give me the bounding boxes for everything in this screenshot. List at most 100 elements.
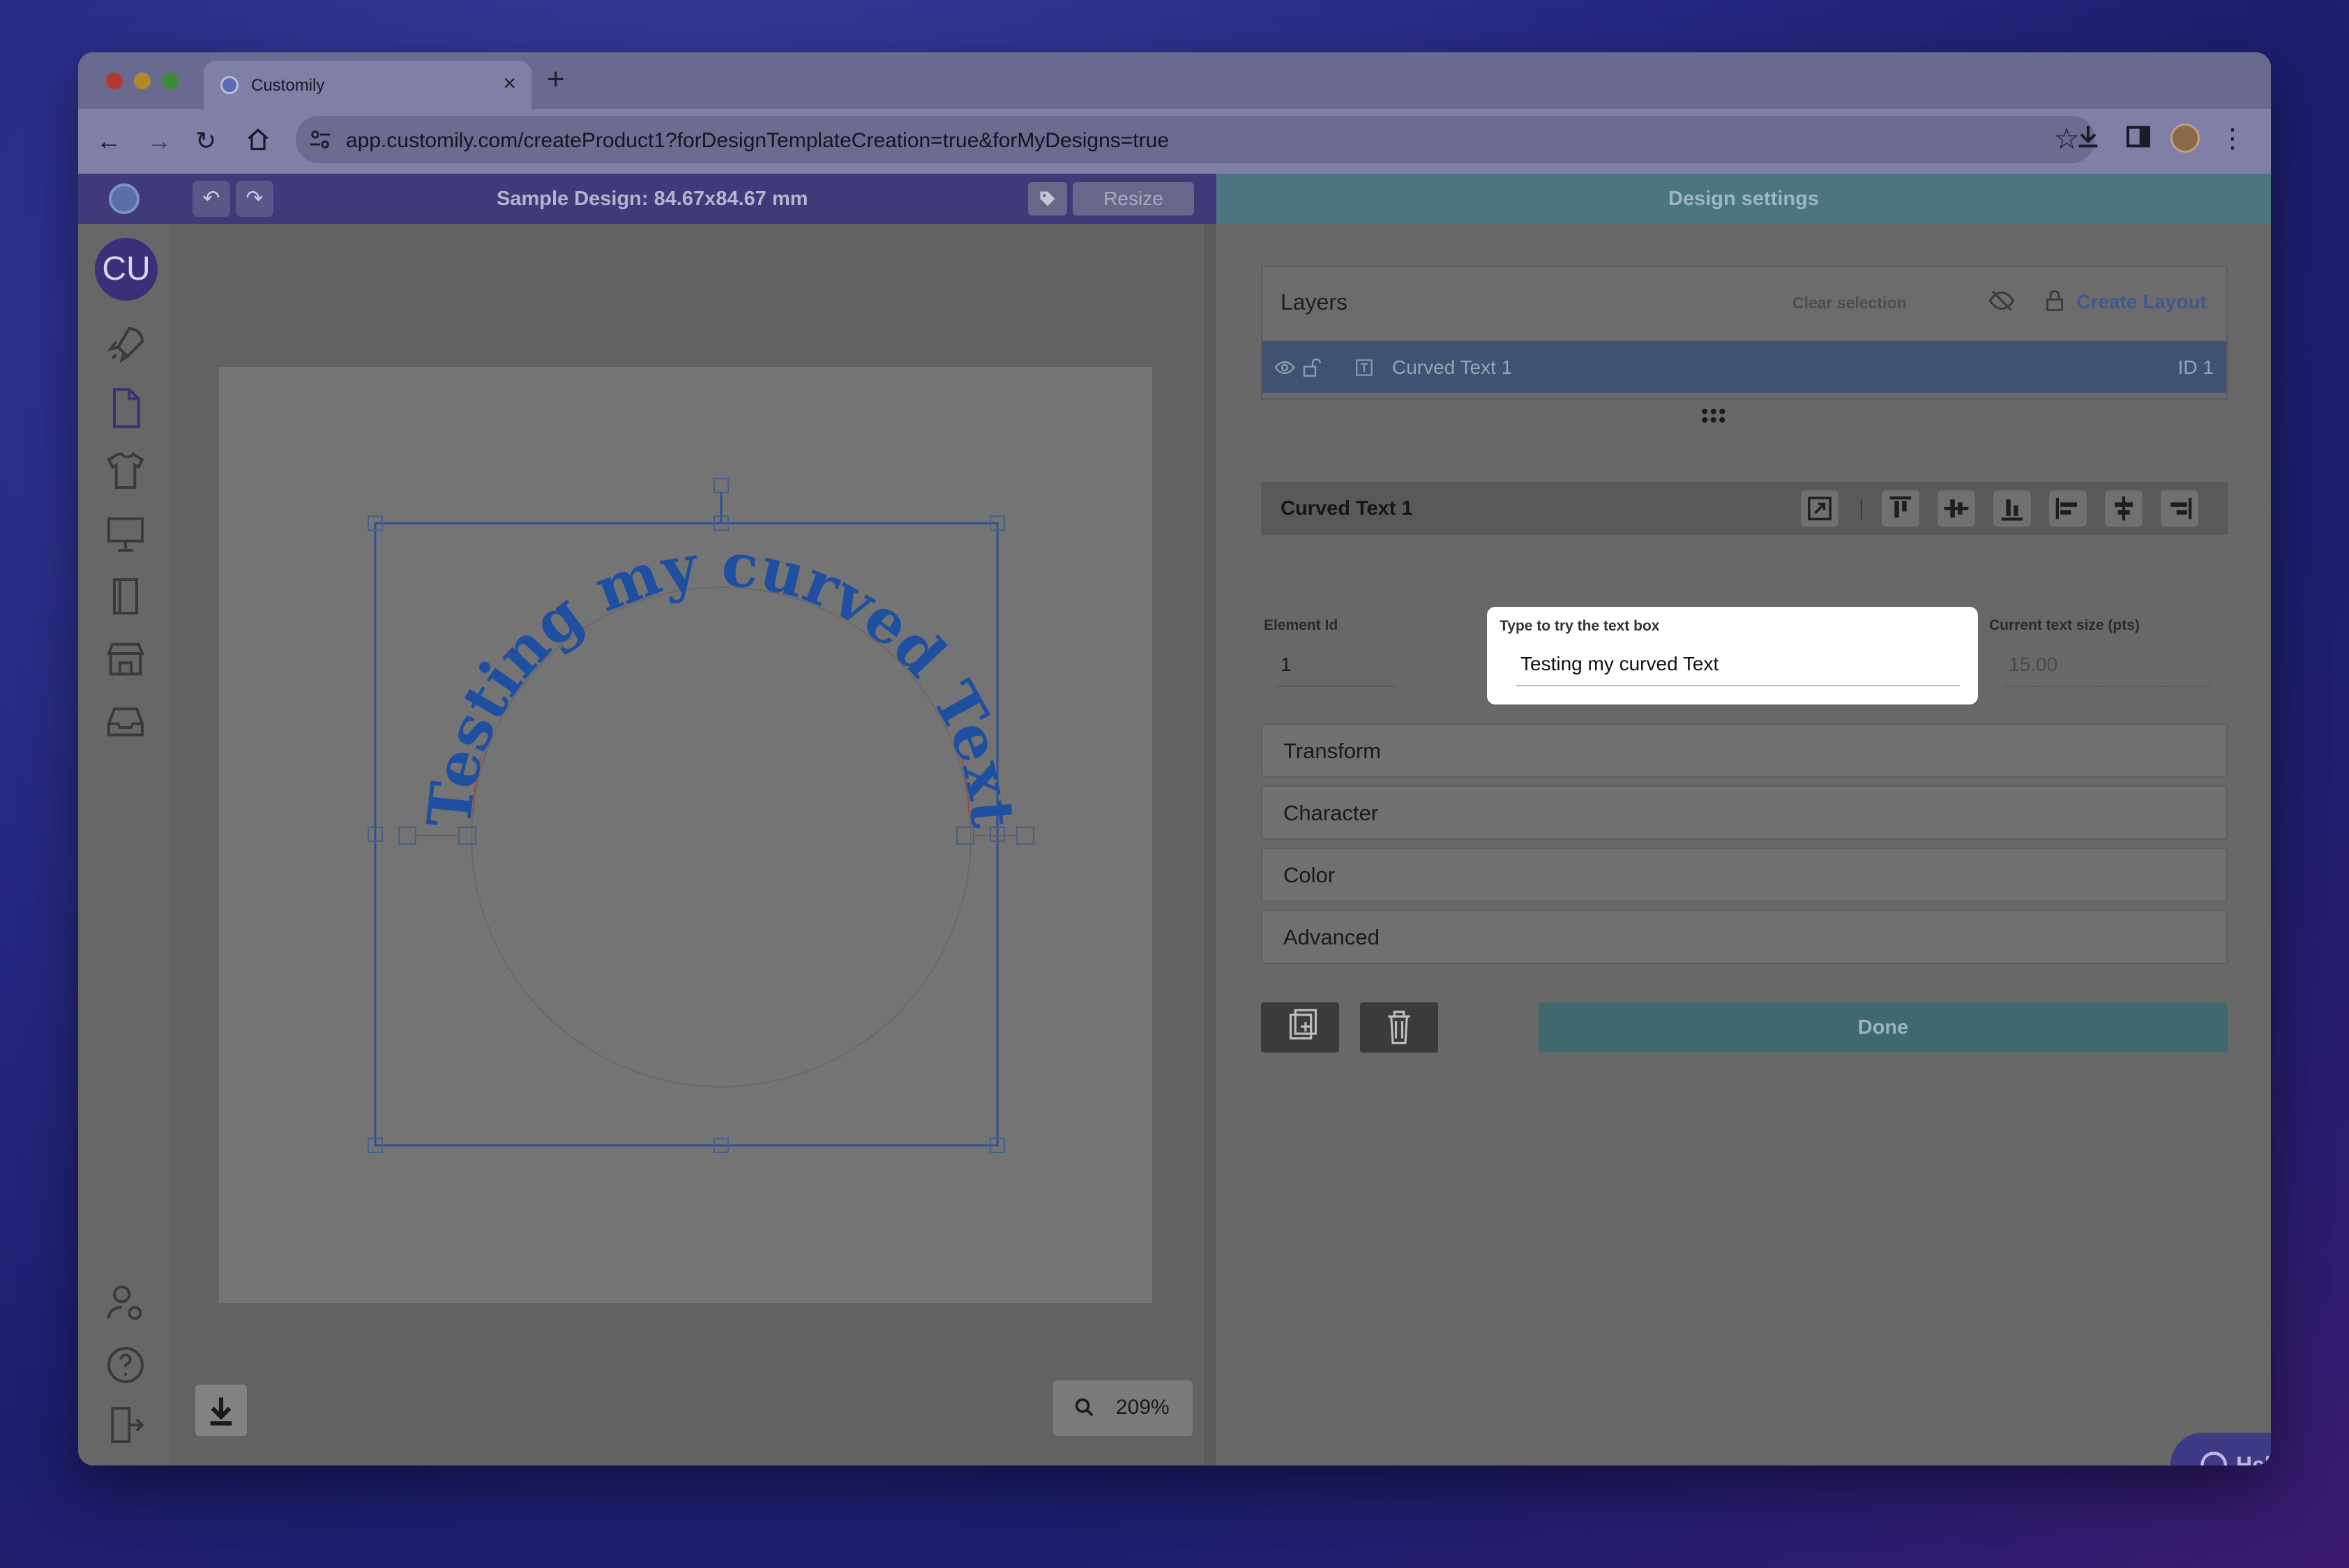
element-panel-title: Curved Text 1 [1281,497,1413,520]
profile-avatar[interactable] [2170,123,2200,153]
logout-icon[interactable] [103,1403,148,1447]
layers-resize-grip-icon[interactable]: ••• ••• [1701,402,1728,431]
color-section[interactable]: Color [1261,847,2228,902]
store-icon[interactable] [103,637,148,681]
trash-icon [1388,1010,1410,1045]
forward-icon[interactable]: → [146,128,172,153]
zoom-control[interactable]: 209% [1053,1380,1193,1436]
text-size-value: 15.00 [2009,654,2058,675]
design-canvas[interactable]: Testing my curved Text [219,367,1152,1303]
transform-section[interactable]: Transform [1261,723,2228,778]
tshirt-icon[interactable] [103,448,148,493]
download-icon [210,1397,232,1426]
layer-unlock-icon[interactable] [1301,356,1324,379]
undo-button[interactable]: ↶ [192,181,230,217]
browser-tab[interactable]: Customily × [204,61,531,109]
document-icon[interactable] [103,386,148,430]
element-id-underline [1276,686,1395,687]
align-left-button[interactable] [2049,490,2087,527]
align-left-icon [2055,497,2077,520]
text-box-underline [1516,685,1960,686]
help-label: Help [2236,1452,2271,1465]
align-right-button[interactable] [2161,490,2198,527]
rocket-icon[interactable] [103,323,148,368]
lock-all-icon[interactable] [2042,288,2067,313]
align-top-icon [1889,496,1912,518]
done-button[interactable]: Done [1539,1002,2228,1053]
desktop: { "browser": { "tab_title": "Customily",… [0,0,2349,1568]
align-middle-button[interactable] [1938,490,1975,527]
hide-all-eye-icon[interactable] [1988,287,2016,315]
clear-selection-button[interactable]: Clear selection [1792,294,1907,312]
advanced-section-label: Advanced [1283,925,1380,949]
download-design-button[interactable] [195,1385,247,1436]
download-icon[interactable] [2074,123,2102,151]
layer-name: Curved Text 1 [1392,356,1513,378]
design-title: Sample Design: 84.67x84.67 mm [497,188,808,210]
tag-button[interactable] [1028,182,1067,216]
advanced-section[interactable]: Advanced [1261,910,2228,964]
element-id-label: Element Id [1264,617,1338,633]
align-right-icon [2170,497,2192,520]
align-top-button[interactable] [1882,490,1919,527]
presentation-icon[interactable] [103,511,148,556]
design-settings-panel: Layers Clear selection Create Layout Cur… [1216,224,2271,1465]
address-bar-row: ← → ↻ app.customily.com/createProduct1?f… [78,109,2271,174]
align-center-button[interactable] [2105,490,2143,527]
maximize-window-button[interactable] [162,73,179,89]
expand-icon [1808,497,1831,520]
user-avatar[interactable]: CU [95,238,158,301]
browser-chrome: Customily × + ← → ↻ app.customily.com/cr… [78,52,2271,174]
align-vertical-center-icon [1944,499,1969,518]
customily-logo-icon[interactable] [109,183,139,214]
close-window-button[interactable] [106,73,123,89]
duplicate-button[interactable] [1261,1002,1339,1053]
customily-favicon-icon [220,76,239,94]
color-section-label: Color [1283,863,1336,887]
resize-button[interactable]: Resize [1073,182,1194,216]
panel-divider[interactable] [1204,224,1216,1465]
curved-text-path: Testing my curved Text [414,529,1028,831]
close-tab-icon[interactable]: × [503,70,516,96]
chat-bubble-icon [2200,1452,2227,1465]
home-icon[interactable] [246,127,271,152]
tag-icon [1040,191,1055,206]
curved-text-element[interactable]: Testing my curved Text [219,367,1152,1303]
layer-visibility-eye-icon[interactable] [1274,356,1296,379]
app-sidebar: CU [78,224,169,1465]
book-icon[interactable] [103,574,148,619]
delete-button[interactable] [1360,1002,1438,1053]
layers-panel: Layers Clear selection Create Layout Cur… [1261,266,2228,400]
done-label: Done [1857,1016,1909,1039]
align-bottom-button[interactable] [1993,490,2031,527]
design-settings-header: Design settings [1216,174,2271,224]
reload-icon[interactable]: ↻ [195,128,216,153]
side-panel-icon[interactable] [2124,123,2152,151]
back-icon[interactable]: ← [96,128,121,153]
element-panel-header: Curved Text 1 [1261,482,2228,535]
transform-section-label: Transform [1283,739,1382,763]
new-tab-button[interactable]: + [547,62,565,97]
character-section-label: Character [1283,801,1379,825]
text-box-input[interactable]: Testing my curved Text [1520,653,1719,675]
duplicate-icon [1289,1009,1317,1040]
layer-row[interactable]: Curved Text 1 ID 1 [1262,341,2226,393]
element-id-value: 1 [1281,654,1292,675]
url-text: app.customily.com/createProduct1?forDesi… [346,129,1170,152]
character-section[interactable]: Character [1261,785,2228,840]
url-bar[interactable]: app.customily.com/createProduct1?forDesi… [296,116,2095,163]
redo-button[interactable]: ↷ [236,181,273,217]
minimize-window-button[interactable] [134,73,151,89]
curved-text-glyphs: Testing my curved Text [414,529,1028,831]
browser-window: Customily × + ← → ↻ app.customily.com/cr… [78,52,2271,1465]
app-top-toolbar: ↶ ↷ Sample Design: 84.67x84.67 mm Resize [78,174,1216,224]
fit-to-canvas-button[interactable] [1801,490,1838,527]
create-layout-button[interactable]: Create Layout [2076,291,2207,313]
browser-menu-icon[interactable]: ⋮ [2219,123,2246,154]
user-settings-icon[interactable] [103,1281,148,1326]
site-settings-icon[interactable] [308,128,332,151]
help-chat-button[interactable]: Help [2170,1433,2271,1465]
help-icon[interactable] [103,1343,148,1387]
inbox-icon[interactable] [103,700,148,744]
text-box-label: Type to try the text box [1500,618,1660,634]
